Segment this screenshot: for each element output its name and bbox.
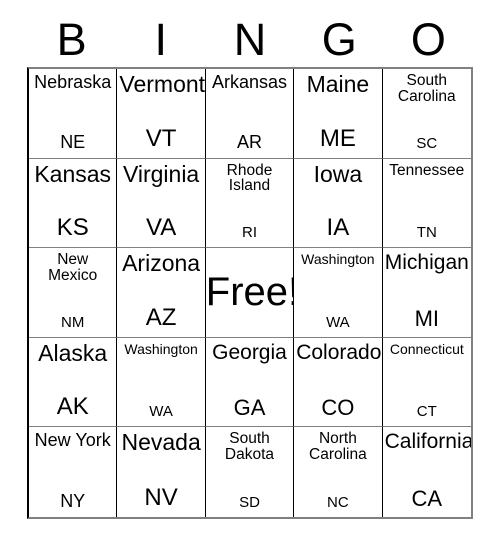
bingo-cell-state-abbr: AR (236, 131, 262, 152)
bingo-cell-state-name: Iowa (313, 160, 363, 187)
bingo-cell-state-name: Washington (124, 340, 198, 357)
bingo-cell-state-abbr: NV (144, 483, 178, 511)
bingo-cell-tn[interactable]: Tennessee TN (382, 158, 471, 249)
bingo-cell-az[interactable]: Arizona AZ (117, 248, 206, 338)
bingo-cell-sd[interactable]: South Dakota SD (205, 427, 295, 517)
bingo-cell-state-name: Tennessee (389, 161, 465, 179)
bingo-cell-state-name: Connecticut (389, 340, 464, 357)
bingo-cell-state-abbr: NY (60, 490, 86, 511)
bingo-cell-state-abbr: NM (61, 313, 85, 331)
bingo-cell-nm[interactable]: New Mexico NM (29, 248, 118, 338)
bingo-cell-state-name: Rhode Island (226, 161, 273, 195)
bingo-cell-state-name: California (384, 430, 471, 454)
bingo-cell-free[interactable]: Free! (205, 248, 295, 338)
bingo-cell-ny[interactable]: New York NY (29, 427, 118, 517)
bingo-cell-state-abbr: NC (327, 493, 349, 511)
bingo-header-letter-g: G (321, 14, 357, 65)
bingo-cell-state-name: Arizona (122, 250, 201, 277)
bingo-cell-state-name: South Carolina (397, 72, 456, 105)
bingo-cell-state-abbr: RI (241, 224, 257, 242)
bingo-cell-ca[interactable]: California CA (382, 427, 471, 517)
bingo-cell-state-name: Georgia (212, 340, 287, 364)
bingo-cell-nc[interactable]: North Carolina NC (294, 427, 383, 517)
bingo-cell-state-name: Alaska (38, 339, 108, 366)
bingo-cell-state-abbr: VA (145, 214, 177, 242)
bingo-cell-state-abbr: CA (411, 485, 443, 511)
bingo-cell-state-name: Kansas (34, 160, 112, 187)
bingo-cell-vt[interactable]: Vermont VT (117, 69, 206, 159)
bingo-header-letter-b: B (56, 14, 87, 65)
free-space-label: Free! (205, 270, 295, 315)
bingo-header-letter-n: N (233, 14, 267, 65)
bingo-cell-state-abbr: CO (321, 395, 355, 421)
bingo-cell-state-name: Nebraska (34, 72, 112, 92)
bingo-cell-state-abbr: KS (56, 214, 89, 242)
bingo-cell-mi[interactable]: Michigan MI (382, 248, 471, 338)
bingo-grid: Nebraska NE Vermont VT Arkansas AR Maine ME Sout… (27, 67, 473, 519)
bingo-cell-state-name: South Dakota (224, 430, 275, 464)
bingo-cell-state-name: Nevada (121, 429, 201, 456)
bingo-cell-state-abbr: SC (416, 134, 438, 152)
bingo-cell-state-name: Vermont (119, 71, 206, 97)
bingo-cell-me[interactable]: Maine ME (294, 69, 383, 159)
bingo-cell-state-name: New Mexico (48, 251, 98, 284)
bingo-cell-ct[interactable]: Connecticut CT (382, 337, 471, 428)
bingo-cell-state-abbr: NE (60, 131, 86, 152)
bingo-card: B I N G O Nebraska NE Vermont VT Arkansas AR Maine… (0, 0, 500, 544)
bingo-cell-ar[interactable]: Arkansas AR (205, 69, 295, 159)
bingo-header-letter-o: O (410, 14, 446, 65)
bingo-cell-state-name: Virginia (122, 160, 200, 187)
bingo-cell-state-abbr: TN (416, 224, 437, 242)
bingo-cell-wa[interactable]: Washington WA (117, 337, 206, 428)
bingo-cell-state-abbr: AK (56, 393, 89, 421)
bingo-cell-state-name: Arkansas (211, 72, 288, 92)
bingo-cell-state-name: North Carolina (309, 430, 367, 464)
bingo-cell-ak[interactable]: Alaska AK (29, 337, 118, 428)
bingo-cell-state-abbr: IA (326, 214, 350, 242)
bingo-cell-state-abbr: ME (319, 124, 356, 152)
bingo-cell-state-name: Washington (301, 251, 375, 268)
bingo-cell-state-name: Michigan (384, 251, 469, 275)
bingo-cell-co[interactable]: Colorado CO (294, 337, 383, 428)
bingo-header-letter-i: I (154, 14, 168, 65)
bingo-cell-ia[interactable]: Iowa IA (294, 158, 383, 249)
bingo-cell-wa[interactable]: Washington WA (294, 248, 383, 338)
bingo-header-row: BINGO (27, 12, 473, 67)
bingo-cell-state-abbr: WA (326, 313, 350, 331)
bingo-cell-state-abbr: SD (239, 493, 260, 511)
bingo-cell-ga[interactable]: Georgia GA (205, 337, 295, 428)
bingo-cell-va[interactable]: Virginia VA (117, 158, 206, 249)
bingo-cell-ri[interactable]: Rhode Island RI (205, 158, 295, 249)
bingo-cell-state-abbr: VT (145, 124, 177, 152)
bingo-cell-nv[interactable]: Nevada NV (117, 427, 206, 517)
bingo-cell-state-abbr: AZ (145, 303, 177, 331)
bingo-cell-state-name: Colorado (296, 340, 382, 364)
bingo-cell-state-abbr: CT (416, 403, 437, 421)
bingo-cell-state-name: New York (34, 430, 111, 451)
bingo-cell-ks[interactable]: Kansas KS (29, 158, 118, 249)
bingo-cell-state-abbr: GA (233, 395, 266, 421)
bingo-cell-state-abbr: WA (149, 403, 173, 421)
bingo-cell-state-name: Maine (306, 71, 370, 97)
bingo-cell-state-abbr: MI (414, 305, 440, 331)
bingo-cell-sc[interactable]: South Carolina SC (382, 69, 471, 159)
bingo-cell-ne[interactable]: Nebraska NE (29, 69, 118, 159)
